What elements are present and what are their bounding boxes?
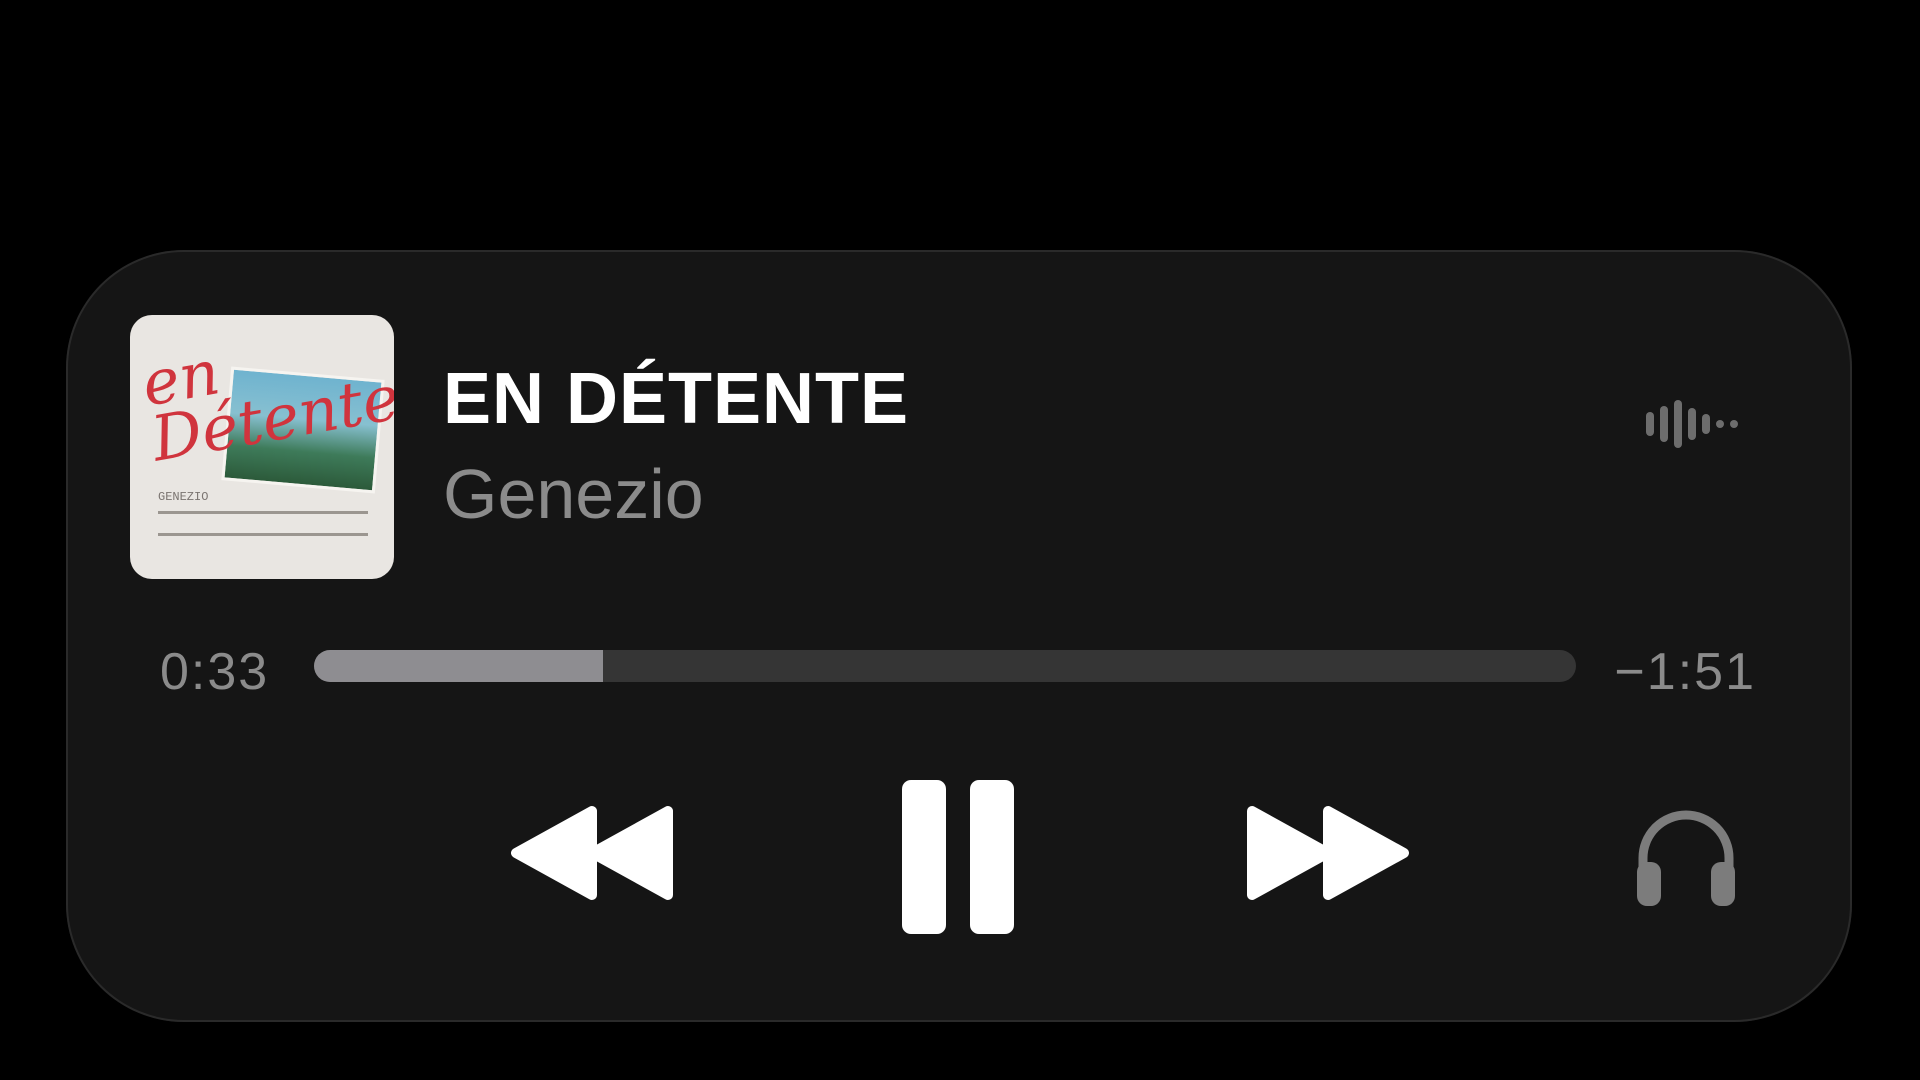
remaining-time: −1:51 [1614, 643, 1756, 701]
album-artwork[interactable]: en Détente GENEZIO [130, 315, 394, 579]
artwork-small-text: GENEZIO [158, 490, 209, 504]
pause-icon[interactable] [898, 778, 1018, 936]
track-artist[interactable]: Genezio [443, 454, 704, 534]
artwork-divider [158, 533, 368, 536]
backward-icon[interactable] [508, 803, 676, 903]
waveform-icon [1646, 400, 1738, 448]
elapsed-time: 0:33 [160, 643, 270, 701]
progress-bar[interactable] [314, 650, 1576, 682]
headphones-icon[interactable] [1633, 802, 1739, 910]
track-title: EN DÉTENTE [443, 359, 910, 439]
progress-bar-fill [314, 650, 603, 682]
forward-icon[interactable] [1244, 803, 1412, 903]
artwork-divider [158, 511, 368, 514]
now-playing-card: en Détente GENEZIO EN DÉTENTE Genezio 0:… [66, 250, 1852, 1022]
